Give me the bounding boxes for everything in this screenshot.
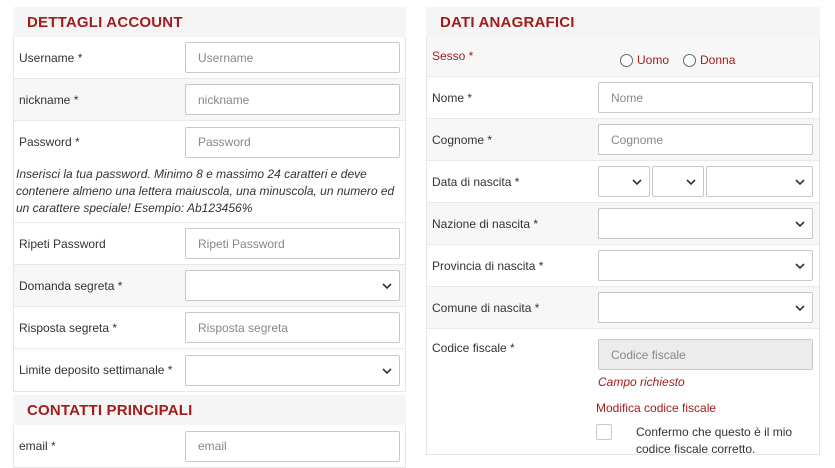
fiscal-required-message: Campo richiesto: [598, 375, 685, 389]
birthdate-selects: [598, 166, 813, 197]
name-label: Nome *: [432, 90, 473, 105]
deposit-limit-select[interactable]: [185, 354, 400, 386]
secret-question-row: Domanda segreta *: [14, 265, 405, 307]
radio-male[interactable]: [620, 53, 633, 67]
country-label: Nazione di nascita *: [432, 216, 539, 231]
province-row: Provincia di nascita *: [427, 245, 819, 287]
password-label: Password *: [19, 135, 80, 149]
password-row: Password *: [14, 121, 405, 163]
personal-panel-body: Sesso * Uomo Donna Nome * Cognome * Data…: [426, 37, 820, 456]
username-input[interactable]: [185, 42, 400, 73]
secret-answer-row: Risposta segreta *: [14, 307, 405, 349]
fiscal-code-input[interactable]: [598, 339, 813, 370]
city-row: Comune di nascita *: [427, 287, 819, 329]
chevron-down-icon: [382, 283, 392, 290]
secret-question-label: Domanda segreta *: [19, 278, 123, 293]
username-label: Username *: [19, 50, 83, 65]
contacts-panel-title: CONTATTI PRINCIPALI: [13, 395, 406, 425]
birthdate-label: Data di nascita *: [432, 174, 520, 189]
email-input[interactable]: [185, 430, 400, 462]
sex-male-label: Uomo: [637, 53, 670, 67]
confirm-fiscal-row: Confermo che questo è il mio codice fisc…: [596, 424, 806, 458]
chevron-down-icon: [795, 179, 805, 186]
chevron-down-icon: [686, 179, 696, 186]
birth-day-select[interactable]: [598, 166, 650, 197]
confirm-fiscal-checkbox[interactable]: [596, 424, 612, 440]
repeat-password-row: Ripeti Password: [14, 223, 405, 265]
chevron-down-icon: [795, 305, 805, 312]
sex-female-label: Donna: [700, 53, 736, 67]
province-label: Provincia di nascita *: [432, 258, 544, 273]
sex-options: Uomo Donna: [620, 53, 735, 67]
nickname-row: nickname *: [14, 79, 405, 121]
modify-fiscal-code-link[interactable]: Modifica codice fiscale: [596, 401, 716, 415]
repeat-password-label: Ripeti Password: [19, 236, 106, 251]
birth-country-select[interactable]: [598, 208, 813, 239]
name-row: Nome *: [427, 77, 819, 119]
birthdate-row: Data di nascita *: [427, 161, 819, 203]
account-panel: DETTAGLI ACCOUNT Username * nickname * P…: [13, 7, 406, 392]
confirm-fiscal-text: Confermo che questo è il mio codice fisc…: [636, 425, 793, 456]
city-label: Comune di nascita *: [432, 300, 540, 315]
birth-city-select[interactable]: [598, 292, 813, 323]
chevron-down-icon: [382, 367, 392, 374]
account-panel-title: DETTAGLI ACCOUNT: [13, 7, 406, 37]
username-row: Username *: [14, 37, 405, 79]
deposit-limit-label: Limite deposito settimanale *: [19, 363, 173, 377]
email-label: email *: [19, 439, 56, 453]
name-input[interactable]: [598, 82, 813, 113]
birth-month-select[interactable]: [652, 166, 704, 197]
email-row: email *: [14, 425, 405, 467]
sex-label: Sesso *: [432, 49, 474, 63]
personal-panel-title: DATI ANAGRAFICI: [426, 7, 820, 37]
sex-female-option[interactable]: Donna: [683, 53, 735, 67]
repeat-password-input[interactable]: [185, 228, 400, 259]
contacts-panel: CONTATTI PRINCIPALI email *: [13, 395, 406, 468]
fiscal-code-row: Codice fiscale * Campo richiesto: [432, 339, 819, 389]
chevron-down-icon: [632, 179, 642, 186]
account-panel-body: Username * nickname * Password * Inseris…: [13, 37, 406, 392]
chevron-down-icon: [795, 221, 805, 228]
birth-province-select[interactable]: [598, 250, 813, 281]
birth-year-select[interactable]: [706, 166, 813, 197]
personal-panel: DATI ANAGRAFICI Sesso * Uomo Donna Nome …: [426, 7, 820, 456]
contacts-panel-body: email *: [13, 425, 406, 468]
fiscal-code-block: Codice fiscale * Campo richiesto Modific…: [427, 329, 819, 465]
fiscal-code-label: Codice fiscale *: [432, 341, 515, 355]
surname-row: Cognome *: [427, 119, 819, 161]
chevron-down-icon: [795, 263, 805, 270]
country-row: Nazione di nascita *: [427, 203, 819, 245]
sex-male-option[interactable]: Uomo: [620, 53, 669, 67]
nickname-input[interactable]: [185, 84, 400, 115]
password-hint: Inserisci la tua password. Minimo 8 e ma…: [14, 163, 405, 223]
password-input[interactable]: [185, 126, 400, 158]
radio-female[interactable]: [683, 53, 697, 67]
secret-answer-input[interactable]: [185, 312, 400, 343]
sex-row: Sesso * Uomo Donna: [427, 37, 819, 77]
nickname-label: nickname *: [19, 92, 79, 107]
surname-label: Cognome *: [432, 132, 493, 147]
surname-input[interactable]: [598, 124, 813, 155]
secret-question-select[interactable]: [185, 270, 400, 301]
secret-answer-label: Risposta segreta *: [19, 320, 118, 335]
deposit-limit-row: Limite deposito settimanale *: [14, 349, 405, 391]
